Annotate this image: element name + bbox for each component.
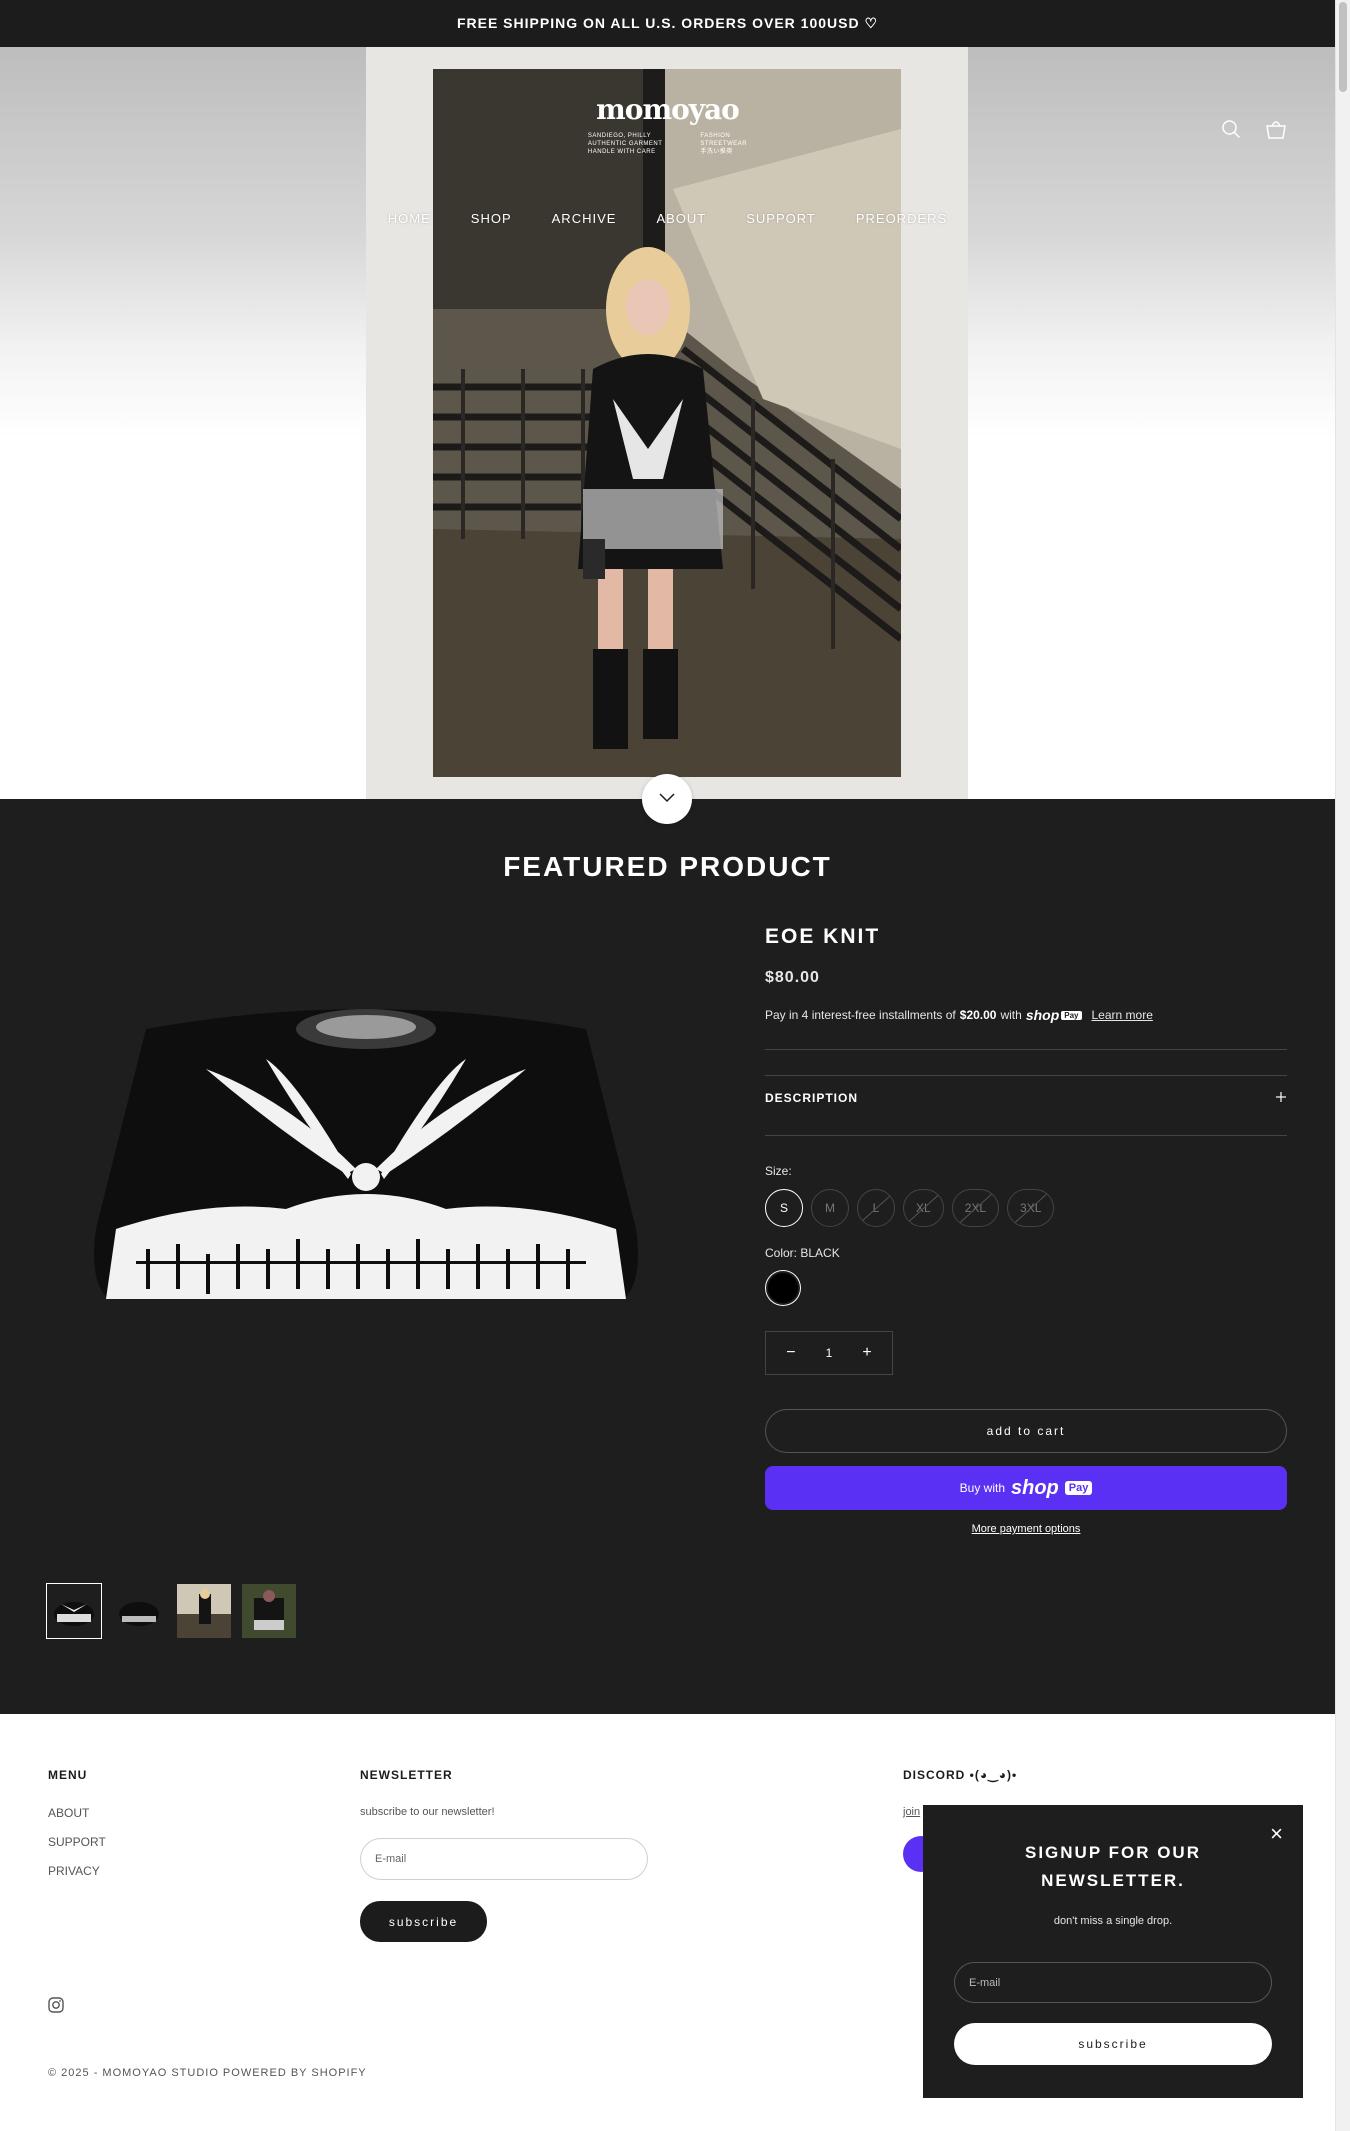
popup-subtitle: don't miss a single drop.: [1053, 1915, 1173, 1927]
minus-icon[interactable]: −: [776, 1344, 806, 1362]
newsletter-text: subscribe to our newsletter!: [360, 1806, 495, 1818]
newsletter-popup: × SIGNUP FOR OUR NEWSLETTER. don't miss …: [923, 1805, 1303, 2098]
footer-menu-links: ABOUT SUPPORT PRIVACY: [48, 1806, 106, 1878]
copyright: © 2025 - MOMOYAO STUDIO POWERED BY SHOPI…: [48, 2067, 367, 2079]
chevron-down-icon: [659, 790, 675, 808]
size-option[interactable]: 2XL: [951, 1189, 1000, 1227]
main-nav: HOME SHOP ARCHIVE ABOUT SUPPORT PREORDER…: [0, 211, 1335, 226]
footer-link-about[interactable]: ABOUT: [48, 1806, 106, 1820]
size-option[interactable]: S: [765, 1189, 803, 1227]
featured-product-section: FEATURED PRODUCT EOE KNIT $80.00 Pay in …: [0, 799, 1335, 1714]
shop-word: shop: [1025, 1007, 1060, 1023]
divider: [765, 1075, 1287, 1076]
learn-more-link[interactable]: Learn more: [1092, 1008, 1153, 1022]
scroll-down-button[interactable]: [642, 774, 692, 824]
nav-home[interactable]: HOME: [388, 211, 431, 226]
logo-line: SANDIEGO, PHILLY: [587, 133, 652, 139]
size-options: S M L XL 2XL 3XL: [765, 1189, 1055, 1227]
product-thumbnails: [46, 1583, 296, 1639]
footer-link-support[interactable]: SUPPORT: [48, 1835, 106, 1849]
nav-preorders[interactable]: PREORDERS: [856, 211, 947, 226]
size-option[interactable]: L: [857, 1189, 895, 1227]
product-title: EOE KNIT: [765, 925, 881, 948]
page: FREE SHIPPING ON ALL U.S. ORDERS OVER 10…: [0, 0, 1335, 2131]
footer-menu: MENU ABOUT SUPPORT PRIVACY: [48, 1768, 106, 1878]
size-option[interactable]: M: [811, 1189, 849, 1227]
color-swatch-black[interactable]: [766, 1271, 800, 1305]
plus-icon: [1275, 1091, 1287, 1106]
newsletter-email-input[interactable]: E-mail: [360, 1838, 648, 1880]
buy-with-label: Buy with: [959, 1481, 1005, 1495]
hero-photo: [433, 69, 901, 777]
product-main-image[interactable]: [86, 999, 646, 1309]
divider: [765, 1049, 1287, 1050]
installments-amount: $20.00: [959, 1008, 997, 1022]
size-option[interactable]: 3XL: [1007, 1189, 1055, 1227]
newsletter-heading: NEWSLETTER: [360, 1768, 453, 1782]
more-payment-options-link[interactable]: More payment options: [765, 1523, 1287, 1535]
hero-section: momoyao SANDIEGO, PHILLY AUTHENTIC GARME…: [0, 47, 1335, 799]
popup-title-line: NEWSLETTER.: [1041, 1871, 1185, 1890]
search-icon[interactable]: [1221, 119, 1241, 139]
divider: [765, 1135, 1287, 1136]
installments-text: Pay in 4 interest-free installments of: [765, 1008, 956, 1022]
popup-email-input[interactable]: E-mail: [954, 1962, 1272, 2003]
cart-icon[interactable]: [1265, 119, 1287, 139]
footer-newsletter: NEWSLETTER subscribe to our newsletter! …: [360, 1768, 648, 1942]
shop-logo: shop: [1011, 1476, 1059, 1499]
add-to-cart-button[interactable]: add to cart: [765, 1409, 1287, 1453]
site-logo[interactable]: momoyao SANDIEGO, PHILLY AUTHENTIC GARME…: [0, 93, 1335, 156]
logo-wordmark: momoyao: [596, 93, 740, 126]
logo-subtext: SANDIEGO, PHILLY AUTHENTIC GARMENT HANDL…: [0, 132, 1335, 156]
shop-pay-logo: shop Pay: [1026, 1007, 1082, 1023]
logo-line: FASHION: [700, 133, 731, 139]
size-option[interactable]: XL: [903, 1189, 944, 1227]
thumbnail[interactable]: [242, 1584, 296, 1638]
thumbnail[interactable]: [177, 1584, 231, 1638]
hero-image-frame: [366, 47, 968, 799]
header-icons: [1221, 119, 1287, 139]
nav-support[interactable]: SUPPORT: [746, 211, 816, 226]
nav-shop[interactable]: SHOP: [471, 211, 512, 226]
popup-title: SIGNUP FOR OUR NEWSLETTER.: [923, 1839, 1303, 1895]
section-title: FEATURED PRODUCT: [503, 851, 832, 882]
scrollbar[interactable]: [1335, 0, 1350, 2131]
installments-with: with: [1000, 1008, 1022, 1022]
description-label: DESCRIPTION: [765, 1091, 859, 1105]
shop-pay-installments: Pay in 4 interest-free installments of $…: [765, 1007, 1153, 1023]
announcement-bar: FREE SHIPPING ON ALL U.S. ORDERS OVER 10…: [0, 0, 1335, 47]
size-label: Size:: [765, 1164, 792, 1178]
newsletter-subscribe-button[interactable]: subscribe: [360, 1901, 487, 1942]
plus-icon[interactable]: +: [852, 1344, 882, 1362]
color-label: Color: BLACK: [765, 1246, 840, 1260]
thumbnail[interactable]: [46, 1583, 102, 1639]
popup-title-line: SIGNUP FOR OUR: [1025, 1843, 1201, 1862]
logo-line: STREETWEAR: [700, 141, 748, 147]
pay-word: Pay: [1061, 1010, 1082, 1020]
description-toggle[interactable]: DESCRIPTION: [765, 1091, 1287, 1106]
footer-link-privacy[interactable]: PRIVACY: [48, 1864, 106, 1878]
nav-archive[interactable]: ARCHIVE: [552, 211, 617, 226]
logo-line: 手洗い推奨: [700, 149, 733, 155]
logo-line: AUTHENTIC GARMENT: [587, 141, 663, 147]
thumbnail[interactable]: [112, 1584, 166, 1638]
quantity-stepper: − 1 +: [765, 1331, 893, 1375]
footer-menu-heading: MENU: [48, 1768, 88, 1782]
instagram-icon[interactable]: [48, 1997, 64, 2018]
logo-line: HANDLE WITH CARE: [587, 149, 656, 155]
pay-badge: Pay: [1064, 1481, 1093, 1495]
announcement-text: FREE SHIPPING ON ALL U.S. ORDERS OVER 10…: [456, 15, 879, 31]
buy-with-shop-pay-button[interactable]: Buy with shop Pay: [765, 1466, 1287, 1510]
quantity-value[interactable]: 1: [826, 1346, 833, 1360]
scrollbar-thumb[interactable]: [1339, 2, 1347, 92]
nav-about[interactable]: ABOUT: [656, 211, 706, 226]
discord-heading: DISCORD •(◕‿◕)•: [903, 1768, 1018, 1782]
popup-subscribe-button[interactable]: subscribe: [954, 2023, 1272, 2065]
product-price: $80.00: [765, 969, 820, 986]
